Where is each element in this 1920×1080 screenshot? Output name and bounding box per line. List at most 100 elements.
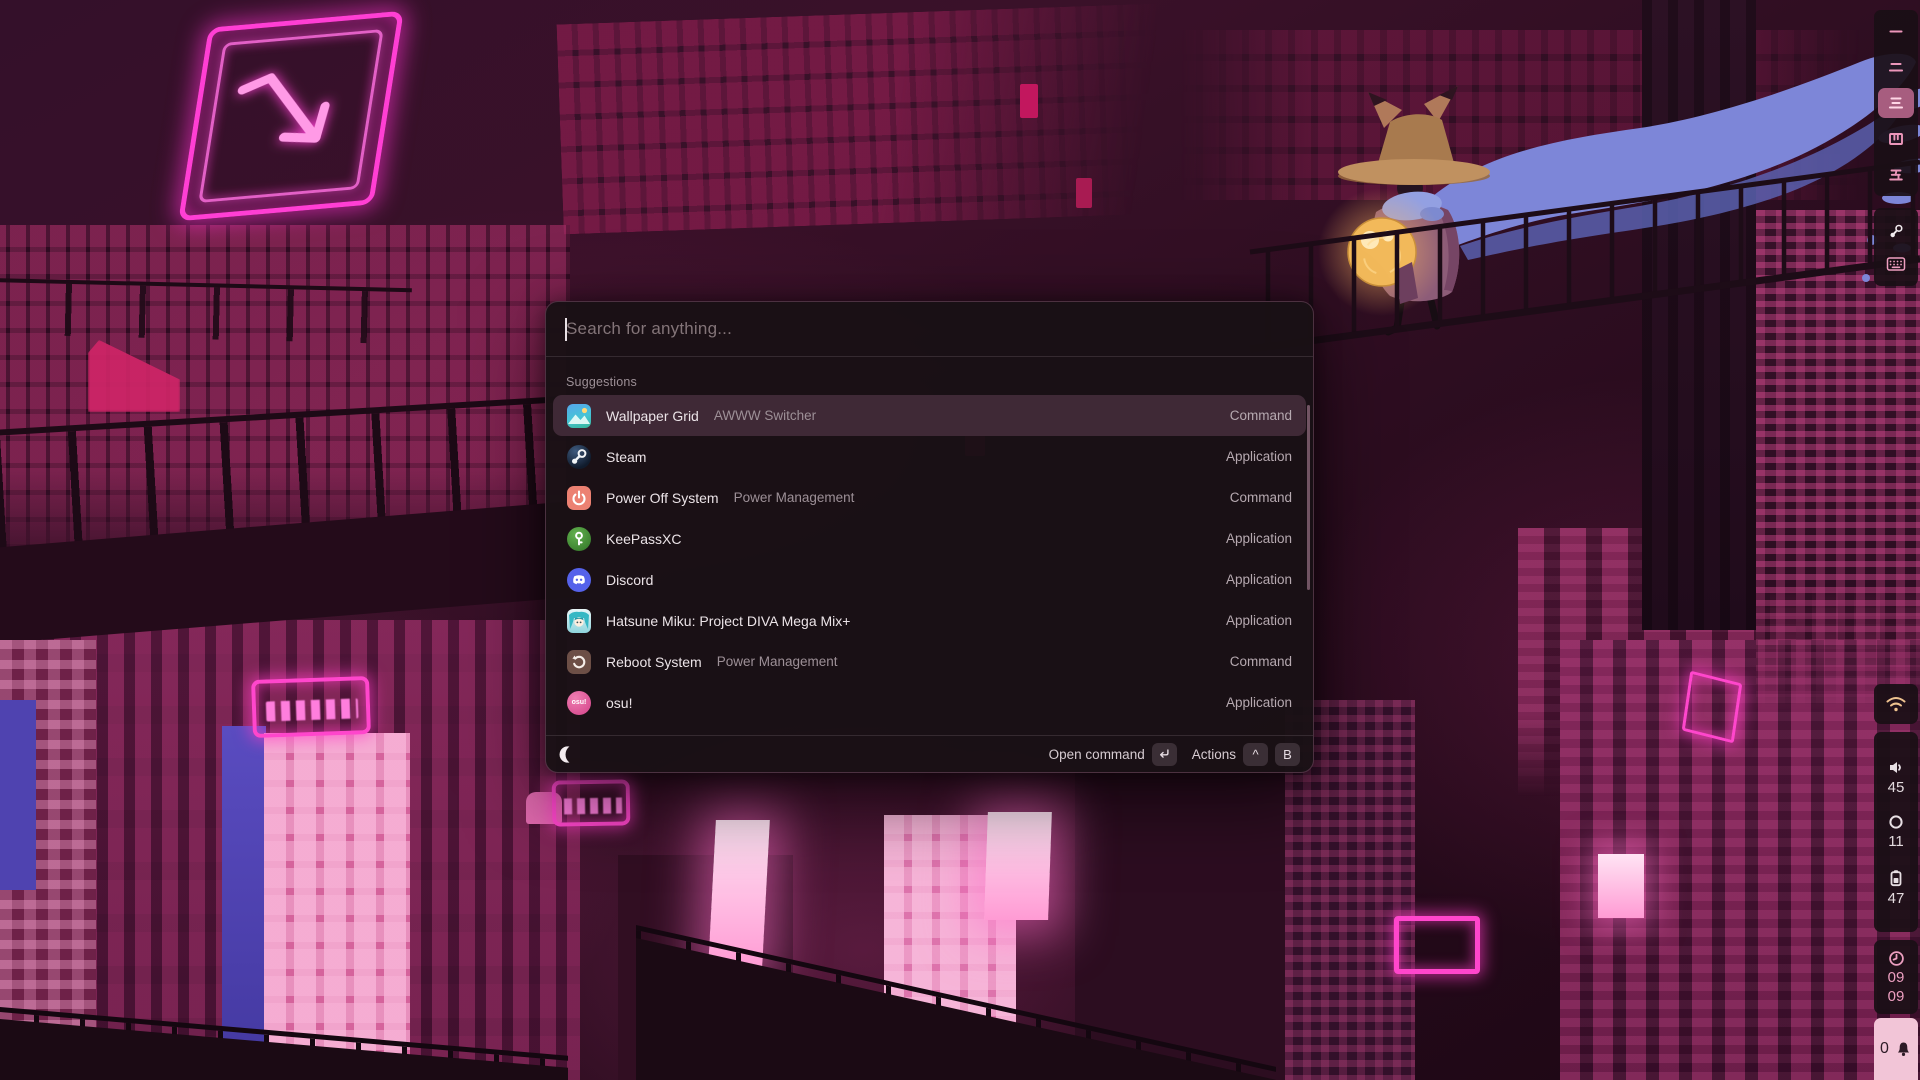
hat-brim <box>1338 159 1490 185</box>
item-type: Command <box>1230 490 1292 505</box>
pixel-mosaic <box>557 4 1164 235</box>
neon-sign <box>1394 916 1480 974</box>
item-type: Application <box>1226 449 1292 464</box>
item-type: Command <box>1230 408 1292 423</box>
pink-building <box>264 733 410 1080</box>
item-subtitle: Power Management <box>734 490 855 505</box>
item-title: Reboot System <box>606 654 702 670</box>
bright-tile <box>1076 178 1092 208</box>
miku-icon <box>567 609 591 633</box>
clock-icon <box>1887 949 1906 968</box>
launcher-footer: Open command Actions ^ B <box>546 735 1313 772</box>
workspace-icon-one <box>1887 22 1905 40</box>
clock-hour: 09 <box>1888 969 1905 987</box>
wifi-indicator[interactable] <box>1874 684 1918 724</box>
workspace-icon-five <box>1887 166 1905 184</box>
search-input[interactable] <box>546 302 1313 356</box>
bell-icon <box>1895 1040 1912 1058</box>
scrollbar-thumb[interactable] <box>1307 405 1310 590</box>
neon-sign <box>1682 671 1743 744</box>
reboot-icon <box>567 650 591 674</box>
speaker-icon <box>1887 758 1906 777</box>
item-title: Discord <box>606 572 653 588</box>
battery-value: 47 <box>1888 890 1905 907</box>
clock-minute: 09 <box>1888 988 1905 1006</box>
glowing-window <box>984 812 1052 920</box>
circle-icon <box>1887 813 1905 831</box>
item-title: Power Off System <box>606 490 719 506</box>
return-key-icon <box>1157 747 1171 761</box>
steam-tray-icon[interactable] <box>1887 222 1906 241</box>
glowing-window <box>1598 854 1644 918</box>
workspace-item-1[interactable] <box>1878 16 1914 46</box>
item-subtitle: AWWW Switcher <box>714 408 816 423</box>
actions-button[interactable]: Actions ^ B <box>1192 743 1300 766</box>
ctrl-keycap: ^ <box>1243 743 1268 766</box>
discord-icon <box>567 568 591 592</box>
item-type: Application <box>1226 572 1292 587</box>
building-face <box>0 700 36 890</box>
list-item-keepassxc[interactable]: KeePassXC Application <box>553 518 1306 559</box>
osu-icon: osu! <box>567 691 591 715</box>
neon-sign <box>552 779 631 826</box>
item-title: Steam <box>606 449 646 465</box>
b-keycap: B <box>1275 743 1300 766</box>
item-type: Command <box>1230 654 1292 669</box>
item-type: Application <box>1226 695 1292 710</box>
list-item-power-off[interactable]: Power Off System Power Management Comman… <box>553 477 1306 518</box>
bright-tile <box>1020 84 1038 118</box>
suggestions-list: Wallpaper Grid AWWW Switcher Command Ste… <box>553 395 1306 723</box>
list-item-hatsune-miku[interactable]: Hatsune Miku: Project DIVA Mega Mix+ App… <box>553 600 1306 641</box>
workspace-icon-three <box>1887 94 1905 112</box>
wallpaper-grid-icon <box>567 404 591 428</box>
neon-arrow-icon <box>184 16 398 216</box>
workspace-switcher <box>1874 10 1918 196</box>
volume-indicator[interactable]: 45 <box>1887 758 1906 796</box>
neon-arrow-sign <box>178 11 404 222</box>
keyboard-icon[interactable] <box>1886 256 1906 272</box>
workspace-icon-four <box>1887 130 1905 148</box>
power-off-icon <box>567 486 591 510</box>
open-command-label: Open command <box>1049 747 1145 762</box>
launcher-panel: Suggestions Wallpaper Grid AWWW Switcher… <box>545 301 1314 773</box>
railing-posts <box>0 282 412 344</box>
keepassxc-icon <box>567 527 591 551</box>
brightness-value: 11 <box>1888 833 1904 850</box>
notification-widget[interactable]: 0 <box>1874 1018 1918 1080</box>
battery-indicator[interactable]: 47 <box>1887 868 1905 907</box>
workspace-item-5[interactable] <box>1878 160 1914 190</box>
workspace-item-3-active[interactable] <box>1878 88 1914 118</box>
item-type: Application <box>1226 531 1292 546</box>
neon-sign-glyphs <box>266 698 359 721</box>
battery-icon <box>1887 868 1905 888</box>
suggestions-header: Suggestions <box>566 375 637 389</box>
item-title: Wallpaper Grid <box>606 408 699 424</box>
item-title: Hatsune Miku: Project DIVA Mega Mix+ <box>606 613 850 629</box>
brightness-indicator[interactable]: 11 <box>1887 813 1905 850</box>
search-bar <box>546 302 1313 357</box>
list-item-steam[interactable]: Steam Application <box>553 436 1306 477</box>
workspace-item-4[interactable] <box>1878 124 1914 154</box>
list-item-discord[interactable]: Discord Application <box>553 559 1306 600</box>
text-caret <box>565 318 567 341</box>
clock-widget[interactable]: 09 09 <box>1874 940 1918 1014</box>
volume-value: 45 <box>1888 779 1905 796</box>
return-keycap <box>1152 743 1177 766</box>
item-title: osu! <box>606 695 632 711</box>
workspace-item-2[interactable] <box>1878 52 1914 82</box>
system-stats: 45 11 47 <box>1874 732 1918 932</box>
list-item-osu[interactable]: osu! osu! Application <box>553 682 1306 723</box>
moon-icon[interactable] <box>559 745 578 764</box>
neon-sign-glyphs <box>564 797 622 814</box>
actions-label: Actions <box>1192 747 1236 762</box>
osu-icon-text: osu! <box>567 691 591 715</box>
notification-count: 0 <box>1880 1040 1889 1058</box>
item-subtitle: Power Management <box>717 654 838 669</box>
list-item-reboot[interactable]: Reboot System Power Management Command <box>553 641 1306 682</box>
neon-sign <box>251 676 371 738</box>
item-title: KeePassXC <box>606 531 681 547</box>
item-type: Application <box>1226 613 1292 628</box>
list-item-wallpaper-grid[interactable]: Wallpaper Grid AWWW Switcher Command <box>553 395 1306 436</box>
open-command-button[interactable]: Open command <box>1049 743 1177 766</box>
steam-icon <box>567 445 591 469</box>
